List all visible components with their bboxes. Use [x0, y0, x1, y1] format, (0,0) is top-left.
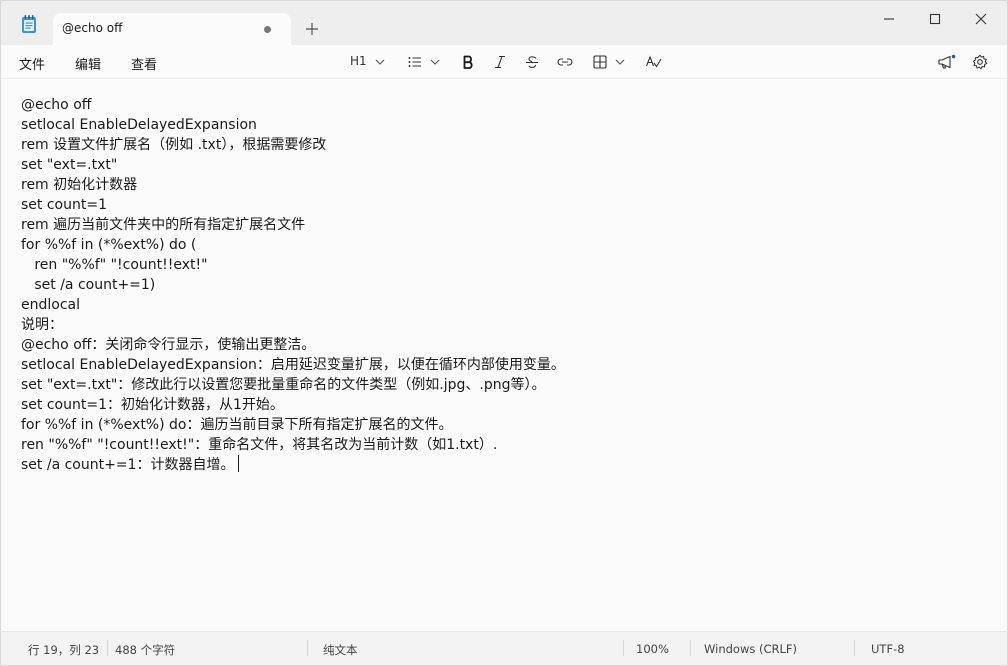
bold-icon	[463, 55, 473, 69]
list-button[interactable]	[407, 54, 423, 70]
editor-line: setlocal EnableDelayedExpansion	[21, 117, 257, 133]
editor-line: set count=1	[21, 197, 107, 213]
status-separator	[854, 640, 855, 656]
list-dropdown[interactable]	[429, 54, 441, 70]
menu-edit[interactable]: 编辑	[75, 54, 101, 73]
minimize-button[interactable]	[881, 11, 897, 27]
chevron-down-icon	[430, 59, 440, 65]
line-ending[interactable]: Windows (CRLF)	[704, 642, 797, 656]
status-bar: 行 19，列 23 488 个字符 纯文本 100% Windows (CRLF…	[1, 631, 1007, 665]
editor-line-text: set /a count+=1：计数器自增。	[21, 457, 235, 473]
new-tab-button[interactable]	[304, 21, 320, 37]
notepad-app-icon	[19, 14, 39, 34]
editor-line: rem 初始化计数器	[21, 177, 138, 193]
editor-line: ren "%%f" "!count!!ext!"：重命名文件，将其名改为当前计数…	[21, 437, 498, 453]
encoding[interactable]: UTF-8	[871, 642, 905, 656]
editor-line: ren "%%f" "!count!!ext!"	[21, 257, 208, 273]
notepad-window: @echo off 文件 编辑 查看 H1 @echo off setlocal…	[0, 0, 1008, 666]
character-count: 488 个字符	[115, 643, 176, 657]
italic-button[interactable]	[492, 54, 508, 70]
tab-title: @echo off	[62, 21, 123, 35]
bold-button[interactable]	[460, 54, 476, 70]
text-format[interactable]: 纯文本	[323, 642, 358, 658]
menu-view[interactable]: 查看	[131, 54, 157, 73]
status-separator	[623, 640, 624, 656]
heading-dropdown[interactable]	[374, 54, 386, 70]
editor-line: for %%f in (*%ext%) do (	[21, 237, 197, 253]
link-button[interactable]	[556, 54, 574, 70]
gear-icon	[972, 54, 988, 70]
editor-line: for %%f in (*%ext%) do：遍历当前目录下所有指定扩展名的文件…	[21, 417, 453, 433]
table-dropdown[interactable]	[614, 54, 626, 70]
text-editor[interactable]: @echo off setlocal EnableDelayedExpansio…	[1, 79, 1007, 631]
link-icon	[557, 58, 573, 66]
spell-check-icon	[645, 55, 662, 68]
tab-document[interactable]: @echo off	[53, 13, 291, 45]
title-bar: @echo off	[1, 1, 1007, 45]
editor-line: @echo off：关闭命令行显示，使输出更整洁。	[21, 337, 316, 353]
italic-icon	[495, 55, 505, 69]
table-button[interactable]	[592, 54, 608, 70]
bulleted-list-icon	[408, 57, 421, 67]
spell-check-button[interactable]	[645, 54, 663, 70]
editor-line: endlocal	[21, 297, 80, 313]
editor-line: 说明：	[21, 317, 63, 333]
status-separator	[107, 640, 108, 656]
close-icon	[975, 13, 987, 25]
feedback-button[interactable]	[937, 54, 957, 70]
editor-line: set count=1：初始化计数器，从1开始。	[21, 397, 284, 413]
editor-line: set "ext=.txt"	[21, 157, 118, 173]
table-icon	[593, 55, 607, 69]
close-button[interactable]	[973, 11, 989, 27]
chevron-down-icon	[615, 59, 625, 65]
text-caret	[238, 455, 240, 472]
menu-file[interactable]: 文件	[19, 54, 45, 73]
heading-button[interactable]: H1	[350, 54, 367, 70]
chevron-down-icon	[375, 59, 385, 65]
menu-bar: 文件 编辑 查看 H1	[1, 45, 1007, 79]
editor-line: @echo off	[21, 97, 92, 113]
maximize-icon	[929, 13, 941, 25]
strikethrough-icon	[526, 56, 538, 68]
editor-line: rem 设置文件扩展名（例如 .txt），根据需要修改	[21, 137, 327, 153]
plus-icon	[306, 23, 318, 35]
megaphone-icon	[938, 54, 956, 69]
cursor-position[interactable]: 行 19，列 23	[28, 642, 99, 658]
settings-button[interactable]	[972, 54, 988, 70]
minimize-icon	[884, 18, 894, 20]
unsaved-dot-icon[interactable]	[264, 26, 271, 33]
status-separator	[690, 640, 691, 656]
editor-line: rem 遍历当前文件夹中的所有指定扩展名文件	[21, 217, 306, 233]
editor-line-last: set /a count+=1：计数器自增。	[21, 455, 565, 475]
editor-lines: @echo off setlocal EnableDelayedExpansio…	[21, 95, 565, 475]
editor-line: set /a count+=1)	[21, 277, 156, 293]
maximize-button[interactable]	[927, 11, 943, 27]
zoom-level[interactable]: 100%	[636, 642, 669, 656]
strikethrough-button[interactable]	[524, 54, 540, 70]
status-separator	[307, 640, 308, 656]
editor-line: setlocal EnableDelayedExpansion：启用延迟变量扩展…	[21, 357, 565, 373]
editor-line: set "ext=.txt"：修改此行以设置您要批量重命名的文件类型（例如.jp…	[21, 377, 546, 393]
